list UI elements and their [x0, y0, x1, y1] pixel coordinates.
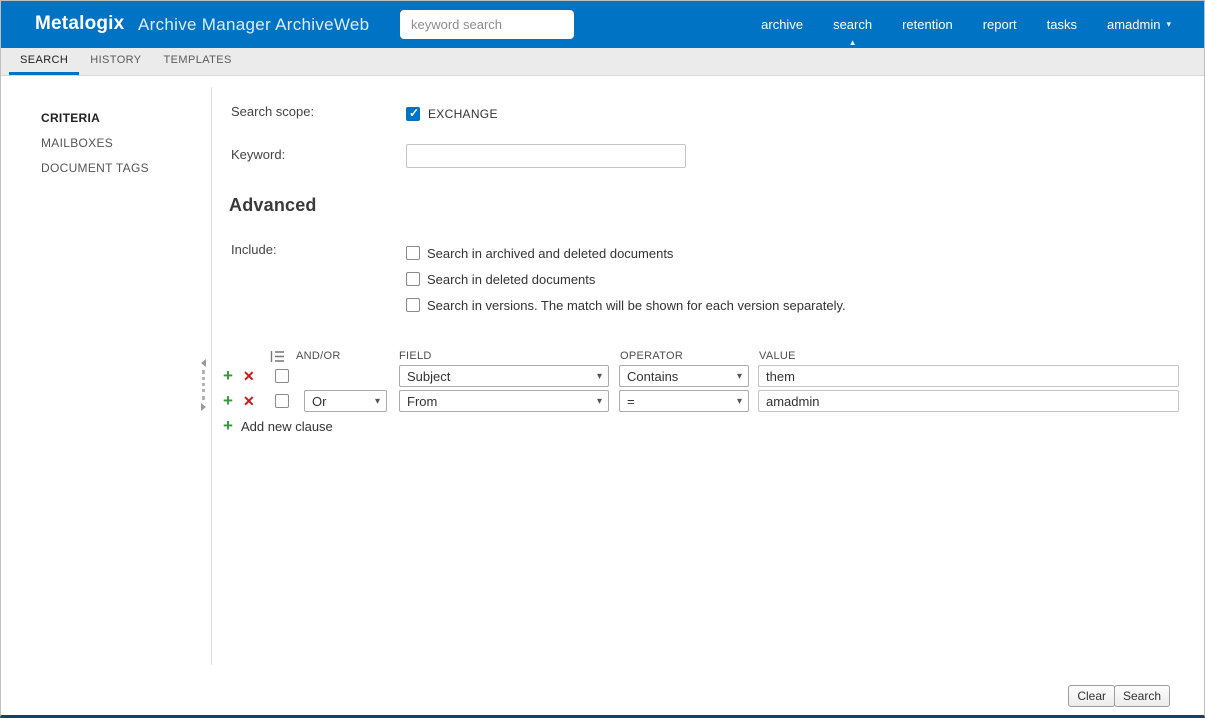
- app-title: Archive Manager ArchiveWeb: [138, 15, 370, 34]
- nav-retention[interactable]: retention: [887, 1, 968, 48]
- operator-select-value: Contains: [627, 368, 679, 384]
- include-versions-label: Search in versions. The match will be sh…: [427, 298, 846, 313]
- nav-search-label: search: [833, 17, 873, 32]
- advanced-heading: Advanced: [229, 195, 317, 215]
- include-label: Include:: [231, 242, 277, 257]
- remove-clause-icon[interactable]: ✕: [243, 368, 255, 384]
- operator-select-value: =: [627, 393, 635, 409]
- operator-select[interactable]: Contains ▾: [619, 365, 749, 387]
- chevron-down-icon: ▾: [736, 370, 742, 382]
- sidebar-item-document-tags[interactable]: DOCUMENT TAGS: [41, 161, 149, 175]
- andor-select[interactable]: Or ▾: [304, 390, 387, 412]
- archiveweb-window: Metalogix Archive Manager ArchiveWeb arc…: [0, 0, 1205, 718]
- value-input[interactable]: [758, 390, 1179, 412]
- include-deleted-label: Search in deleted documents: [427, 272, 596, 287]
- nav-archive-label: archive: [761, 17, 804, 32]
- sidebar-item-criteria[interactable]: CRITERIA: [41, 111, 100, 125]
- exchange-checkbox-label: EXCHANGE: [428, 107, 498, 121]
- column-header-field: FIELD: [399, 350, 432, 362]
- clause-row: + ✕ Subject ▾ Contains ▾: [1, 365, 1204, 389]
- top-nav: archive search ▲ retention report tasks …: [746, 1, 1186, 48]
- chevron-down-icon: ▾: [1166, 19, 1171, 29]
- nav-tasks-label: tasks: [1046, 17, 1077, 32]
- keyword-label: Keyword:: [231, 147, 286, 162]
- user-menu-label: amadmin: [1107, 17, 1161, 32]
- value-input[interactable]: [758, 365, 1179, 387]
- field-select-value: From: [407, 393, 438, 409]
- operator-select[interactable]: = ▾: [619, 390, 749, 412]
- tab-history[interactable]: HISTORY: [79, 48, 152, 75]
- nav-search[interactable]: search ▲: [818, 1, 887, 48]
- sub-tabbar: SEARCH HISTORY TEMPLATES: [1, 48, 1204, 76]
- include-archived-deleted-checkbox[interactable]: [406, 246, 420, 260]
- add-new-clause-icon[interactable]: +: [223, 416, 233, 436]
- active-nav-indicator-icon: ▲: [848, 38, 857, 47]
- include-archived-deleted-label: Search in archived and deleted documents: [427, 246, 674, 261]
- user-menu[interactable]: amadmin ▾: [1092, 1, 1186, 48]
- clause-checkbox[interactable]: [275, 394, 289, 408]
- clear-button[interactable]: Clear: [1068, 685, 1115, 707]
- column-header-value: VALUE: [759, 350, 796, 362]
- field-select[interactable]: From ▾: [399, 390, 609, 412]
- brand-logo: Metalogix: [35, 13, 125, 34]
- clause-row: + ✕ Or ▾ From ▾ = ▾: [1, 390, 1204, 414]
- chevron-down-icon: ▾: [374, 395, 380, 407]
- add-clause-icon[interactable]: +: [223, 391, 233, 411]
- search-scope-label: Search scope:: [231, 104, 315, 119]
- keyword-search-input[interactable]: [400, 10, 574, 39]
- add-clause-icon[interactable]: +: [223, 366, 233, 386]
- chevron-down-icon: ▾: [736, 395, 742, 407]
- andor-select-value: Or: [312, 393, 327, 409]
- add-new-clause-link[interactable]: Add new clause: [241, 419, 333, 434]
- tab-search[interactable]: SEARCH: [9, 48, 80, 75]
- field-select-value: Subject: [407, 368, 451, 384]
- include-deleted-checkbox[interactable]: [406, 272, 420, 286]
- nav-tasks[interactable]: tasks: [1032, 1, 1092, 48]
- app-header: Metalogix Archive Manager ArchiveWeb arc…: [1, 1, 1204, 48]
- chevron-down-icon: ▾: [596, 395, 602, 407]
- column-header-andor: AND/OR: [296, 350, 341, 362]
- keyword-input[interactable]: [406, 144, 686, 168]
- remove-clause-icon[interactable]: ✕: [243, 393, 255, 409]
- sidebar-item-mailboxes[interactable]: MAILBOXES: [41, 136, 113, 150]
- tab-templates[interactable]: TEMPLATES: [153, 48, 243, 75]
- nav-retention-label: retention: [902, 17, 953, 32]
- field-select[interactable]: Subject ▾: [399, 365, 609, 387]
- chevron-down-icon: ▾: [596, 370, 602, 382]
- column-header-operator: OPERATOR: [620, 350, 684, 362]
- include-versions-checkbox[interactable]: [406, 298, 420, 312]
- exchange-checkbox[interactable]: [406, 106, 420, 121]
- clause-checkbox[interactable]: [275, 369, 289, 383]
- nav-report-label: report: [982, 17, 1017, 32]
- search-button[interactable]: Search: [1113, 685, 1170, 707]
- nav-report[interactable]: report: [968, 1, 1032, 48]
- nav-archive[interactable]: archive: [746, 1, 818, 48]
